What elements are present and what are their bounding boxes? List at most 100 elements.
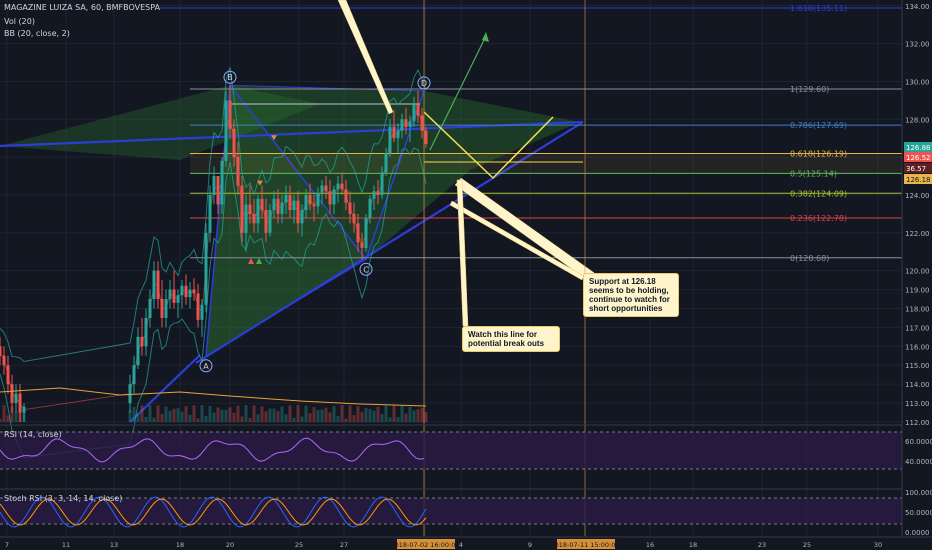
candle-body: [388, 126, 392, 154]
y-tick-label: 112.00: [905, 419, 930, 427]
candle-body: [168, 289, 172, 300]
candle-body: [2, 355, 6, 366]
x-tick-label: 23: [758, 541, 766, 549]
volume-bar: [196, 418, 200, 422]
volume-bar: [280, 406, 284, 422]
y-tick-label: 124.00: [905, 192, 930, 200]
candle-body: [396, 130, 400, 139]
candle-body: [172, 289, 176, 303]
volume-bar: [268, 408, 272, 422]
candle-body: [348, 202, 352, 214]
volume-bar: [300, 416, 304, 422]
volume-bar: [292, 417, 296, 422]
volume-bar: [176, 408, 180, 422]
candle-body: [344, 189, 348, 203]
fib-level-label: 0.236(122.78): [790, 214, 847, 223]
volume-bar: [140, 405, 144, 422]
y-tick-label: 118.00: [905, 305, 930, 313]
candle-body: [156, 270, 160, 300]
candle-body: [368, 198, 372, 218]
pattern-point-label: D: [421, 79, 427, 88]
volume-bar: [412, 410, 416, 422]
volume-bar: [160, 413, 164, 422]
candle-body: [392, 126, 396, 139]
y-tick-label: 134.00: [905, 3, 930, 11]
candle-body: [10, 384, 14, 404]
volume-bar: [340, 405, 344, 422]
volume-bar: [156, 405, 160, 422]
volume-bar: [260, 406, 264, 422]
volume-bar: [208, 405, 212, 422]
volume-bar: [332, 405, 336, 422]
candle-body: [244, 204, 248, 233]
candle-body: [136, 336, 140, 366]
volume-bar: [148, 405, 152, 422]
volume-bar: [304, 405, 308, 422]
x-tick-label: 16: [646, 541, 654, 549]
candle-body: [424, 130, 428, 144]
pattern-point-label: C: [363, 265, 369, 274]
fib-level-label: 0.786(127.69): [790, 121, 847, 130]
candle-body: [416, 104, 420, 116]
candle-body: [204, 232, 208, 305]
breakout-callout-pointer: [456, 179, 469, 327]
stoch-tick-label: 100.0000: [905, 489, 932, 497]
stoch-label: Stoch RSI (3, 3, 14, 14, close): [4, 494, 123, 503]
candle-body: [300, 210, 304, 224]
volume-bar: [192, 405, 196, 422]
pattern-point-label: B: [227, 73, 233, 82]
volume-bar: [0, 419, 2, 422]
chart-canvas[interactable]: 1.618(135.11)1(129.60)0.786(127.69)0.618…: [0, 0, 932, 550]
breakout-callout[interactable]: Watch this line for potential break outs: [462, 326, 560, 352]
price-tag-label: 36.57: [906, 165, 926, 173]
price-tag-label: 126.88: [906, 144, 931, 152]
support-callout[interactable]: Support at 126.18 seems to be holding, c…: [583, 273, 679, 317]
x-tick-label: 11: [62, 541, 70, 549]
volume-bar: [380, 413, 384, 422]
candle-body: [184, 285, 188, 298]
stoch-band: [0, 498, 902, 524]
candle-body: [248, 204, 252, 214]
volume-bars: [0, 387, 428, 422]
candle-body: [216, 176, 220, 205]
candle-body: [140, 336, 144, 347]
volume-bar: [172, 408, 176, 422]
volume-bar: [228, 407, 232, 422]
volume-bar: [276, 411, 280, 422]
volume-bar: [6, 415, 10, 422]
candle-body: [232, 128, 236, 158]
candle-body: [236, 157, 240, 186]
volume-bar: [424, 411, 428, 422]
fib-level-label: 1(129.60): [790, 85, 829, 94]
volume-bar: [316, 410, 320, 422]
volume-bar: [364, 408, 368, 422]
y-tick-label: 132.00: [905, 41, 930, 49]
candle-body: [316, 193, 320, 207]
candle-body: [336, 183, 340, 190]
volume-bar: [144, 416, 148, 422]
fib-level-label: 0(120.68): [790, 254, 829, 263]
candle-body: [0, 346, 2, 356]
y-tick-label: 119.00: [905, 287, 930, 295]
candle-body: [288, 194, 292, 211]
x-tick-label: 30: [874, 541, 882, 549]
candle-body: [404, 119, 408, 127]
x-tick-label: 2018-07-11 15:00:00: [550, 541, 619, 549]
candle-body: [132, 365, 136, 385]
candle-body: [380, 172, 384, 195]
x-tick-label: 4: [459, 541, 463, 549]
candle-body: [400, 119, 404, 131]
arrow-head-icon: [482, 32, 489, 42]
candle-body: [412, 104, 416, 122]
candle-body: [200, 304, 204, 320]
candle-body: [224, 100, 228, 161]
candle-body: [320, 185, 324, 194]
volume-bar: [14, 412, 18, 422]
volume-bar: [308, 413, 312, 422]
bb-label: BB (20, close, 2): [4, 29, 70, 38]
candle-body: [268, 210, 272, 233]
volume-bar: [420, 407, 424, 422]
volume-bar: [368, 408, 372, 422]
volume-bar: [2, 405, 6, 422]
volume-bar: [324, 407, 328, 422]
